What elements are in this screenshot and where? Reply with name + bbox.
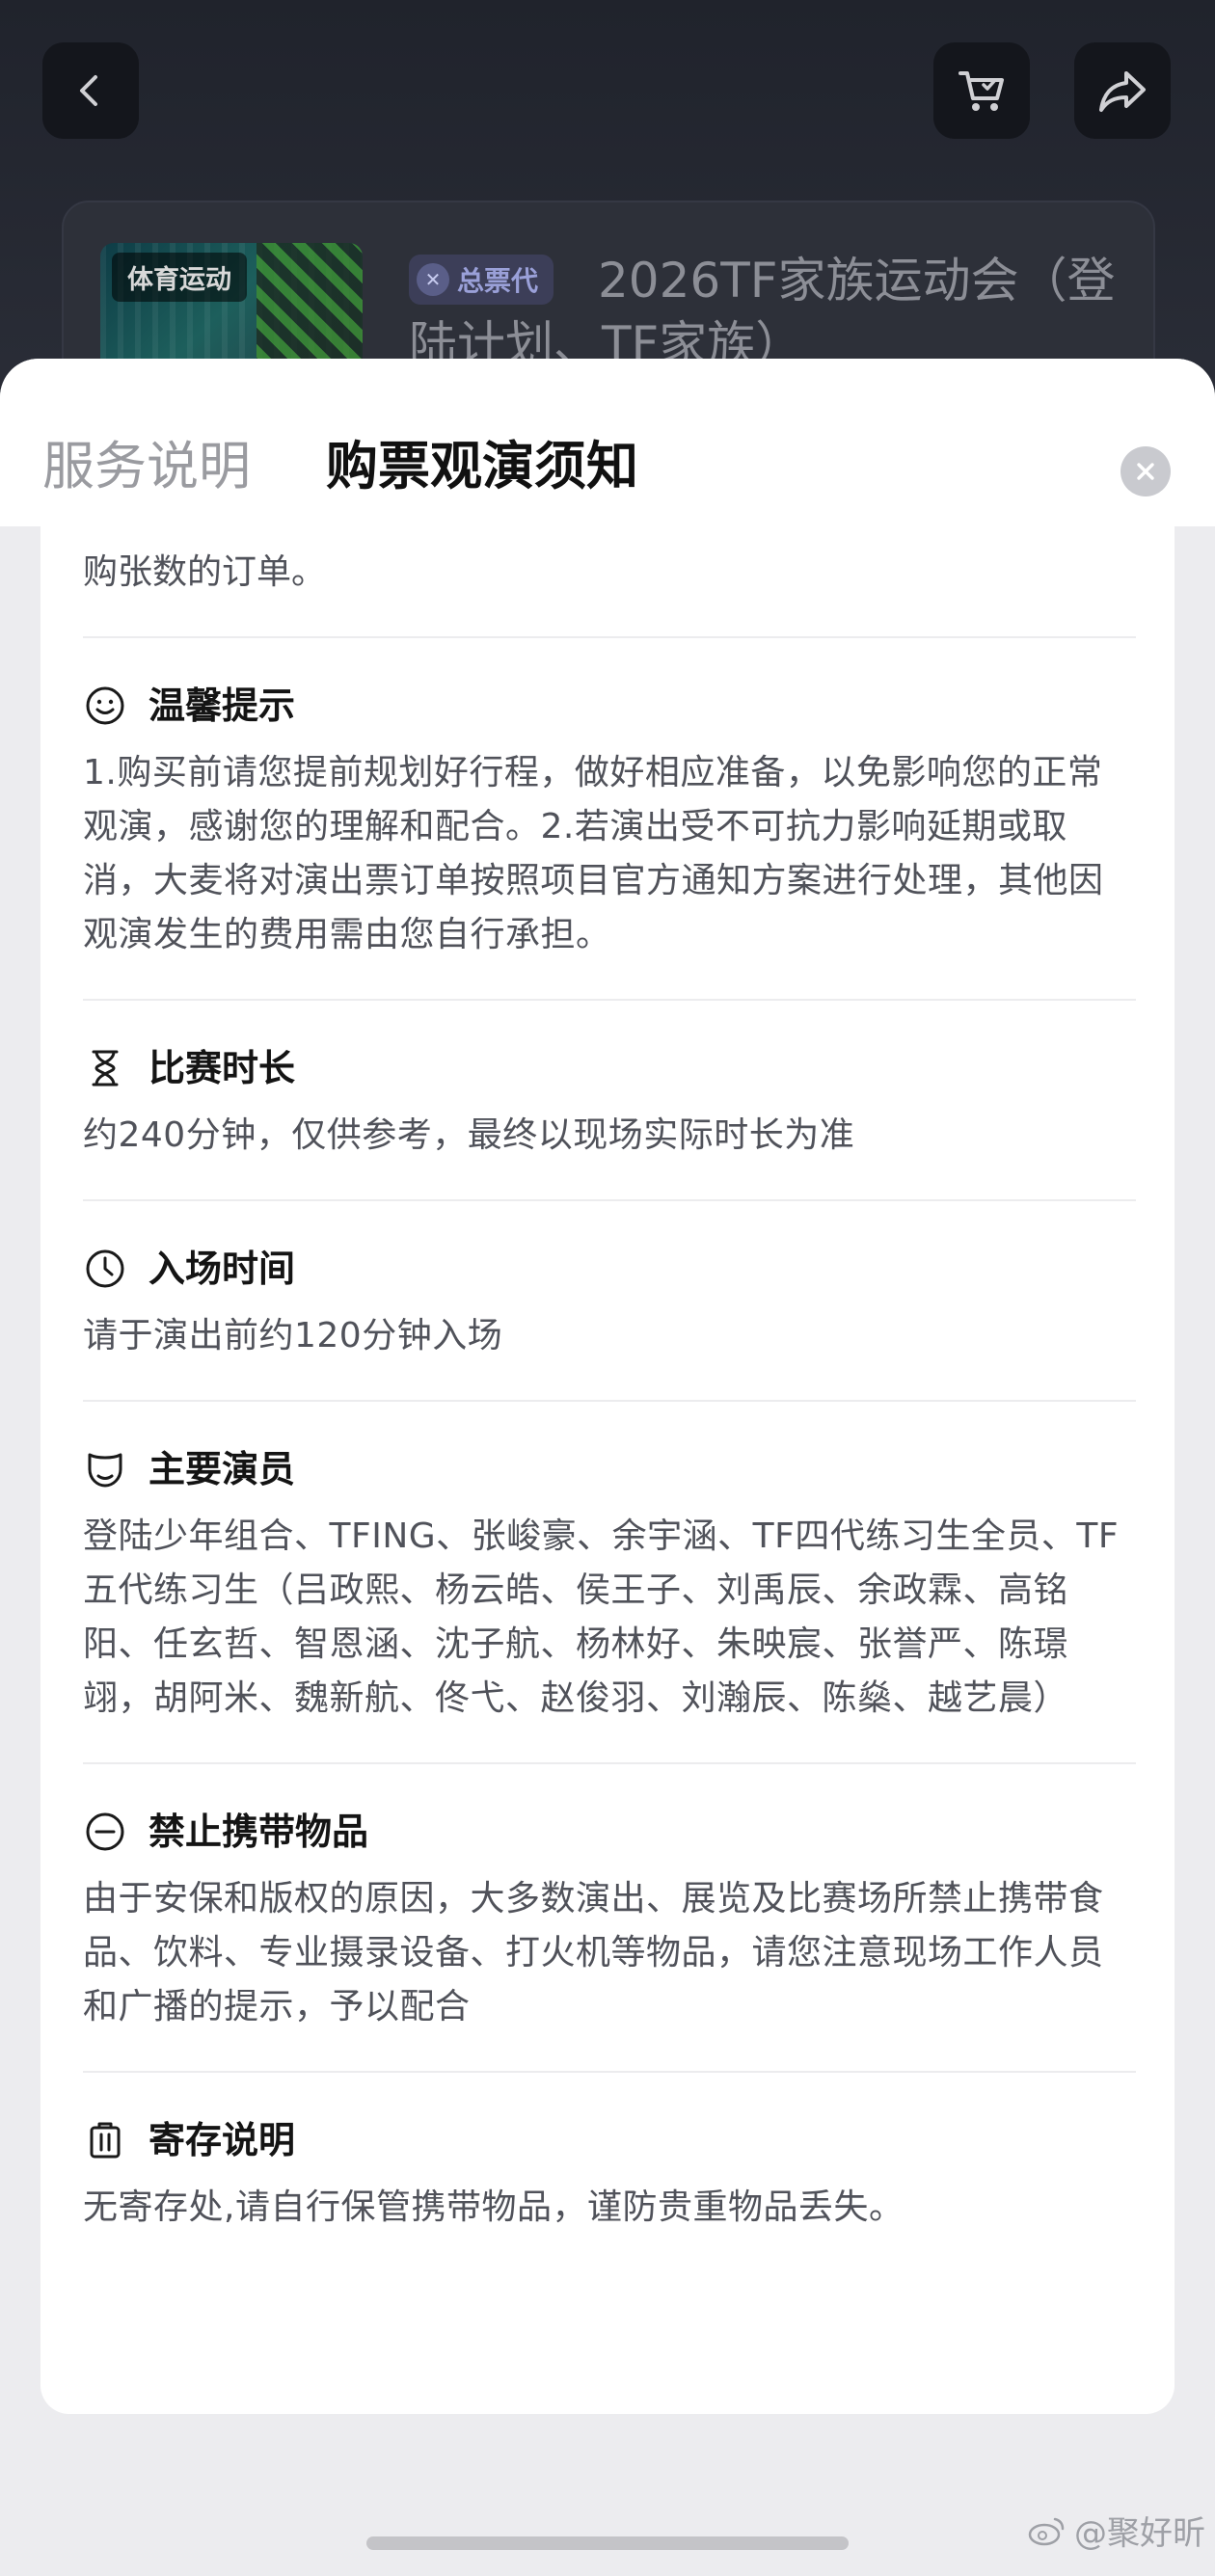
sheet-tab-bar: 服务说明 购票观演须知 — [0, 359, 1215, 526]
divider — [83, 2071, 1136, 2073]
section-title: 入场时间 — [148, 1248, 296, 1290]
section-tips: 温馨提示 1.购买前请您提前规划好行程，做好相应准备，以免影响您的正常观演，感谢… — [83, 677, 1136, 962]
clock-icon — [83, 1247, 127, 1291]
truncated-lead-text: 购张数的订单。 — [83, 552, 327, 592]
section-body: 由于安保和版权的原因，大多数演出、展览及比赛场所禁止携带食品、饮料、专业摄录设备… — [83, 1879, 1104, 2026]
section-body: 登陆少年组合、TFING、张峻豪、余宇涵、TF四代练习生全员、TF五代练习生（吕… — [83, 1516, 1120, 1718]
share-button[interactable] — [1074, 42, 1171, 139]
section-title: 温馨提示 — [148, 684, 296, 727]
section-body: 1.购买前请您提前规划好行程，做好相应准备，以免影响您的正常观演，感谢您的理解和… — [83, 753, 1104, 954]
tab-purchase-notice[interactable]: 购票观演须知 — [326, 436, 638, 497]
section-duration: 比赛时长 约240分钟，仅供参考，最终以现场实际时长为准 — [83, 1039, 1136, 1163]
divider — [83, 1400, 1136, 1402]
section-title: 比赛时长 — [148, 1047, 296, 1089]
divider — [83, 999, 1136, 1001]
back-button[interactable] — [42, 42, 139, 139]
watermark-text: @聚好昕 — [1074, 2514, 1205, 2553]
section-storage: 寄存说明 无寄存处,请自行保管携带物品，谨防贵重物品丢失。 — [83, 2111, 1136, 2235]
locker-icon — [83, 2118, 127, 2162]
cart-button[interactable] — [933, 42, 1030, 139]
home-indicator[interactable] — [366, 2536, 849, 2550]
section-body: 无寄存处,请自行保管携带物品，谨防贵重物品丢失。 — [83, 2187, 904, 2227]
section-entry-time: 入场时间 请于演出前约120分钟入场 — [83, 1240, 1136, 1363]
no-entry-icon — [83, 1810, 127, 1854]
section-prohibited-items: 禁止携带物品 由于安保和版权的原因，大多数演出、展览及比赛场所禁止携带食品、饮料… — [83, 1803, 1136, 2034]
close-button[interactable] — [1120, 446, 1171, 496]
watermark: @聚好昕 — [1028, 2507, 1205, 2554]
agent-badge: ✕ 总票代 — [409, 255, 554, 305]
agent-badge-label: 总票代 — [457, 265, 539, 297]
event-page-backdrop: 体育运动 2026TF家族运动会（登陆计划、TF家族） ✕ 总票代 — [0, 0, 1215, 405]
section-main-cast: 主要演员 登陆少年组合、TFING、张峻豪、余宇涵、TF四代练习生全员、TF五代… — [83, 1440, 1136, 1726]
category-tag: 体育运动 — [112, 253, 247, 302]
hourglass-icon — [83, 1046, 127, 1090]
close-icon — [1137, 463, 1154, 480]
section-title: 寄存说明 — [148, 2119, 296, 2161]
smile-icon — [83, 684, 127, 728]
agent-logo-icon: ✕ — [417, 263, 449, 296]
section-body: 请于演出前约120分钟入场 — [83, 1316, 503, 1355]
notice-sheet: 服务说明 购票观演须知 购张数的订单。 温馨提示 1.购买前请您提前规划好行程，… — [0, 359, 1215, 2576]
share-icon — [1099, 71, 1146, 112]
notice-content[interactable]: 购张数的订单。 温馨提示 1.购买前请您提前规划好行程，做好相应准备，以免影响您… — [40, 526, 1174, 2414]
cart-icon — [958, 71, 1004, 111]
tab-service-info[interactable]: 服务说明 — [42, 436, 251, 497]
section-title: 禁止携带物品 — [148, 1811, 369, 1853]
weibo-logo-icon — [1028, 2517, 1065, 2545]
section-body: 约240分钟，仅供参考，最终以现场实际时长为准 — [83, 1115, 855, 1155]
divider — [83, 1762, 1136, 1764]
chevron-left-icon — [80, 75, 97, 106]
mask-icon — [83, 1447, 127, 1491]
section-title: 主要演员 — [148, 1448, 296, 1490]
divider — [83, 636, 1136, 638]
divider — [83, 1199, 1136, 1201]
